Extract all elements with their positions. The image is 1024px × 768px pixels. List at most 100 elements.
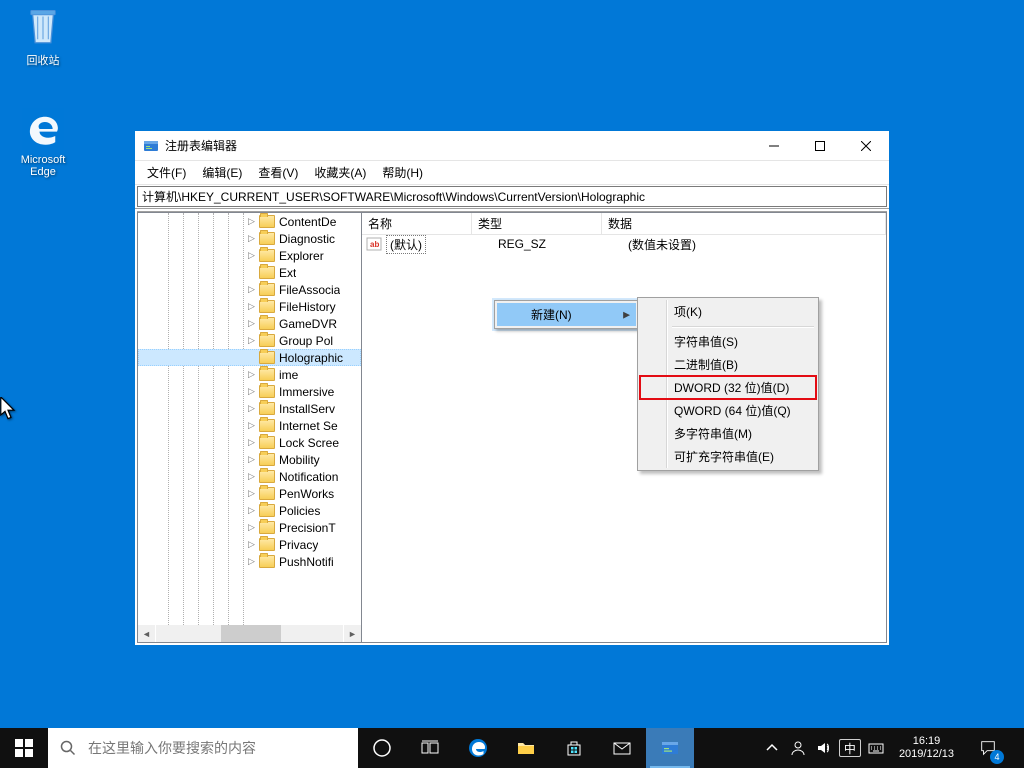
col-type[interactable]: 类型 [472,213,602,234]
tree-item-label: ime [279,368,298,382]
tree-item[interactable]: ▷Immersive [138,383,361,400]
tree-item[interactable]: ▷Policies [138,502,361,519]
tree-item[interactable]: Holographic [138,349,361,366]
titlebar[interactable]: 注册表编辑器 [135,131,889,161]
tree-item[interactable]: ▷FileHistory [138,298,361,315]
desktop-icon-recycle-bin[interactable]: 回收站 [7,6,79,68]
context-item-binary[interactable]: 二进制值(B) [640,353,816,376]
tree-expand-icon[interactable]: ▷ [246,318,257,329]
tree-expand-icon[interactable]: ▷ [246,250,257,261]
tree-item[interactable]: ▷ PushNotifi [138,553,361,570]
taskbar-regedit[interactable] [646,728,694,768]
tree-expand-icon[interactable]: ▷ [246,471,257,482]
tree-item-label: Explorer [279,249,324,263]
tree-expand-icon[interactable]: ▷ [246,335,257,346]
taskbar-store[interactable] [550,728,598,768]
tray-people-icon[interactable] [787,728,809,768]
tree-item[interactable]: ▷GameDVR [138,315,361,332]
scroll-right-icon[interactable]: ► [344,625,361,642]
tree-expand-icon[interactable]: ▷ [246,454,257,465]
menu-favorites[interactable]: 收藏夹(A) [306,162,374,183]
search-placeholder: 在这里输入你要搜索的内容 [88,738,256,758]
context-item-qword[interactable]: QWORD (64 位)值(Q) [640,399,816,422]
tree-expand-icon[interactable]: ▷ [246,437,257,448]
context-item-string[interactable]: 字符串值(S) [640,330,816,353]
context-item-new[interactable]: 新建(N) ▶ [497,303,636,326]
desktop-icon-edge[interactable]: Microsoft Edge [7,108,79,178]
taskbar-search[interactable]: 在这里输入你要搜索的内容 [48,728,358,768]
context-item-expandstring[interactable]: 可扩充字符串值(E) [640,445,816,468]
tree-item-label: PushNotifi [279,555,334,569]
folder-icon [259,368,275,381]
tree-item[interactable]: ▷Notification [138,468,361,485]
tray-clock[interactable]: 16:19 2019/12/13 [891,735,962,761]
tree-item[interactable]: Ext [138,264,361,281]
taskbar-file-explorer[interactable] [502,728,550,768]
cortana-button[interactable] [358,728,406,768]
tree-expand-icon[interactable] [246,267,257,278]
tree-expand-icon[interactable]: ▷ [246,539,257,550]
tree-item[interactable]: ▷Mobility [138,451,361,468]
tree-item[interactable]: ▷Privacy [138,536,361,553]
context-item-key[interactable]: 项(K) [640,300,816,323]
tree-expand-icon[interactable]: ▷ [246,301,257,312]
tree-item-label: Ext [279,266,296,280]
tray-notifications[interactable]: 4 [966,728,1010,768]
start-button[interactable] [0,728,48,768]
svg-text:ab: ab [370,240,379,249]
folder-icon [259,283,275,296]
tree-expand-icon[interactable]: ▷ [246,556,257,567]
folder-icon [259,538,275,551]
tree-item[interactable]: ▷InstallServ [138,400,361,417]
value-list[interactable]: 名称 类型 数据 ab (默认) REG_SZ (数值未设置) 新建(N) ▶ [362,212,887,643]
tree-item[interactable]: ▷Diagnostic [138,230,361,247]
taskbar-edge[interactable] [454,728,502,768]
tree-item[interactable]: ▷Group Pol [138,332,361,349]
tree-expand-icon[interactable]: ▷ [246,284,257,295]
tree-expand-icon[interactable] [246,352,257,363]
tree-expand-icon[interactable]: ▷ [246,233,257,244]
list-row[interactable]: ab (默认) REG_SZ (数值未设置) [362,235,886,253]
taskbar-mail[interactable] [598,728,646,768]
tree-item[interactable]: ▷Internet Se [138,417,361,434]
maximize-button[interactable] [797,131,843,161]
scrollbar-thumb[interactable] [221,625,281,642]
folder-icon [259,249,275,262]
tray-chevron-up-icon[interactable] [761,728,783,768]
close-button[interactable] [843,131,889,161]
context-item-multistring[interactable]: 多字符串值(M) [640,422,816,445]
tray-keyboard-icon[interactable] [865,728,887,768]
task-view-button[interactable] [406,728,454,768]
col-name[interactable]: 名称 [362,213,472,234]
tree-expand-icon[interactable]: ▷ [246,488,257,499]
tree-expand-icon[interactable]: ▷ [246,386,257,397]
tree-item[interactable]: ▷PenWorks [138,485,361,502]
scroll-left-icon[interactable]: ◄ [138,625,155,642]
menu-file[interactable]: 文件(F) [139,162,194,183]
tree-item[interactable]: ▷PrecisionT [138,519,361,536]
context-item-dword[interactable]: DWORD (32 位)值(D) [640,376,816,399]
tree-expand-icon[interactable]: ▷ [246,216,257,227]
tree-expand-icon[interactable]: ▷ [246,420,257,431]
tray-ime-indicator[interactable]: 中 [839,739,861,757]
tray-volume-icon[interactable] [813,728,835,768]
tree-item[interactable]: ▷ContentDe [138,213,361,230]
folder-icon [259,317,275,330]
registry-tree[interactable]: ▷ContentDe▷Diagnostic▷ExplorerExt▷FileAs… [137,212,362,643]
tree-item[interactable]: ▷FileAssocia [138,281,361,298]
col-data[interactable]: 数据 [602,213,886,234]
tree-horizontal-scrollbar[interactable]: ◄ ► [138,625,361,642]
tree-item[interactable]: ▷ ime [138,366,361,383]
tray-clock-date: 2019/12/13 [899,748,954,761]
minimize-button[interactable] [751,131,797,161]
tree-expand-icon[interactable]: ▷ [246,505,257,516]
address-input[interactable]: 计算机\HKEY_CURRENT_USER\SOFTWARE\Microsoft… [137,186,887,207]
tree-expand-icon[interactable]: ▷ [246,403,257,414]
tree-expand-icon[interactable]: ▷ [246,522,257,533]
menu-edit[interactable]: 编辑(E) [194,162,250,183]
tree-item[interactable]: ▷ Explorer [138,247,361,264]
tree-item[interactable]: ▷Lock Scree [138,434,361,451]
tree-expand-icon[interactable]: ▷ [246,369,257,380]
menu-view[interactable]: 查看(V) [250,162,306,183]
menu-help[interactable]: 帮助(H) [374,162,431,183]
